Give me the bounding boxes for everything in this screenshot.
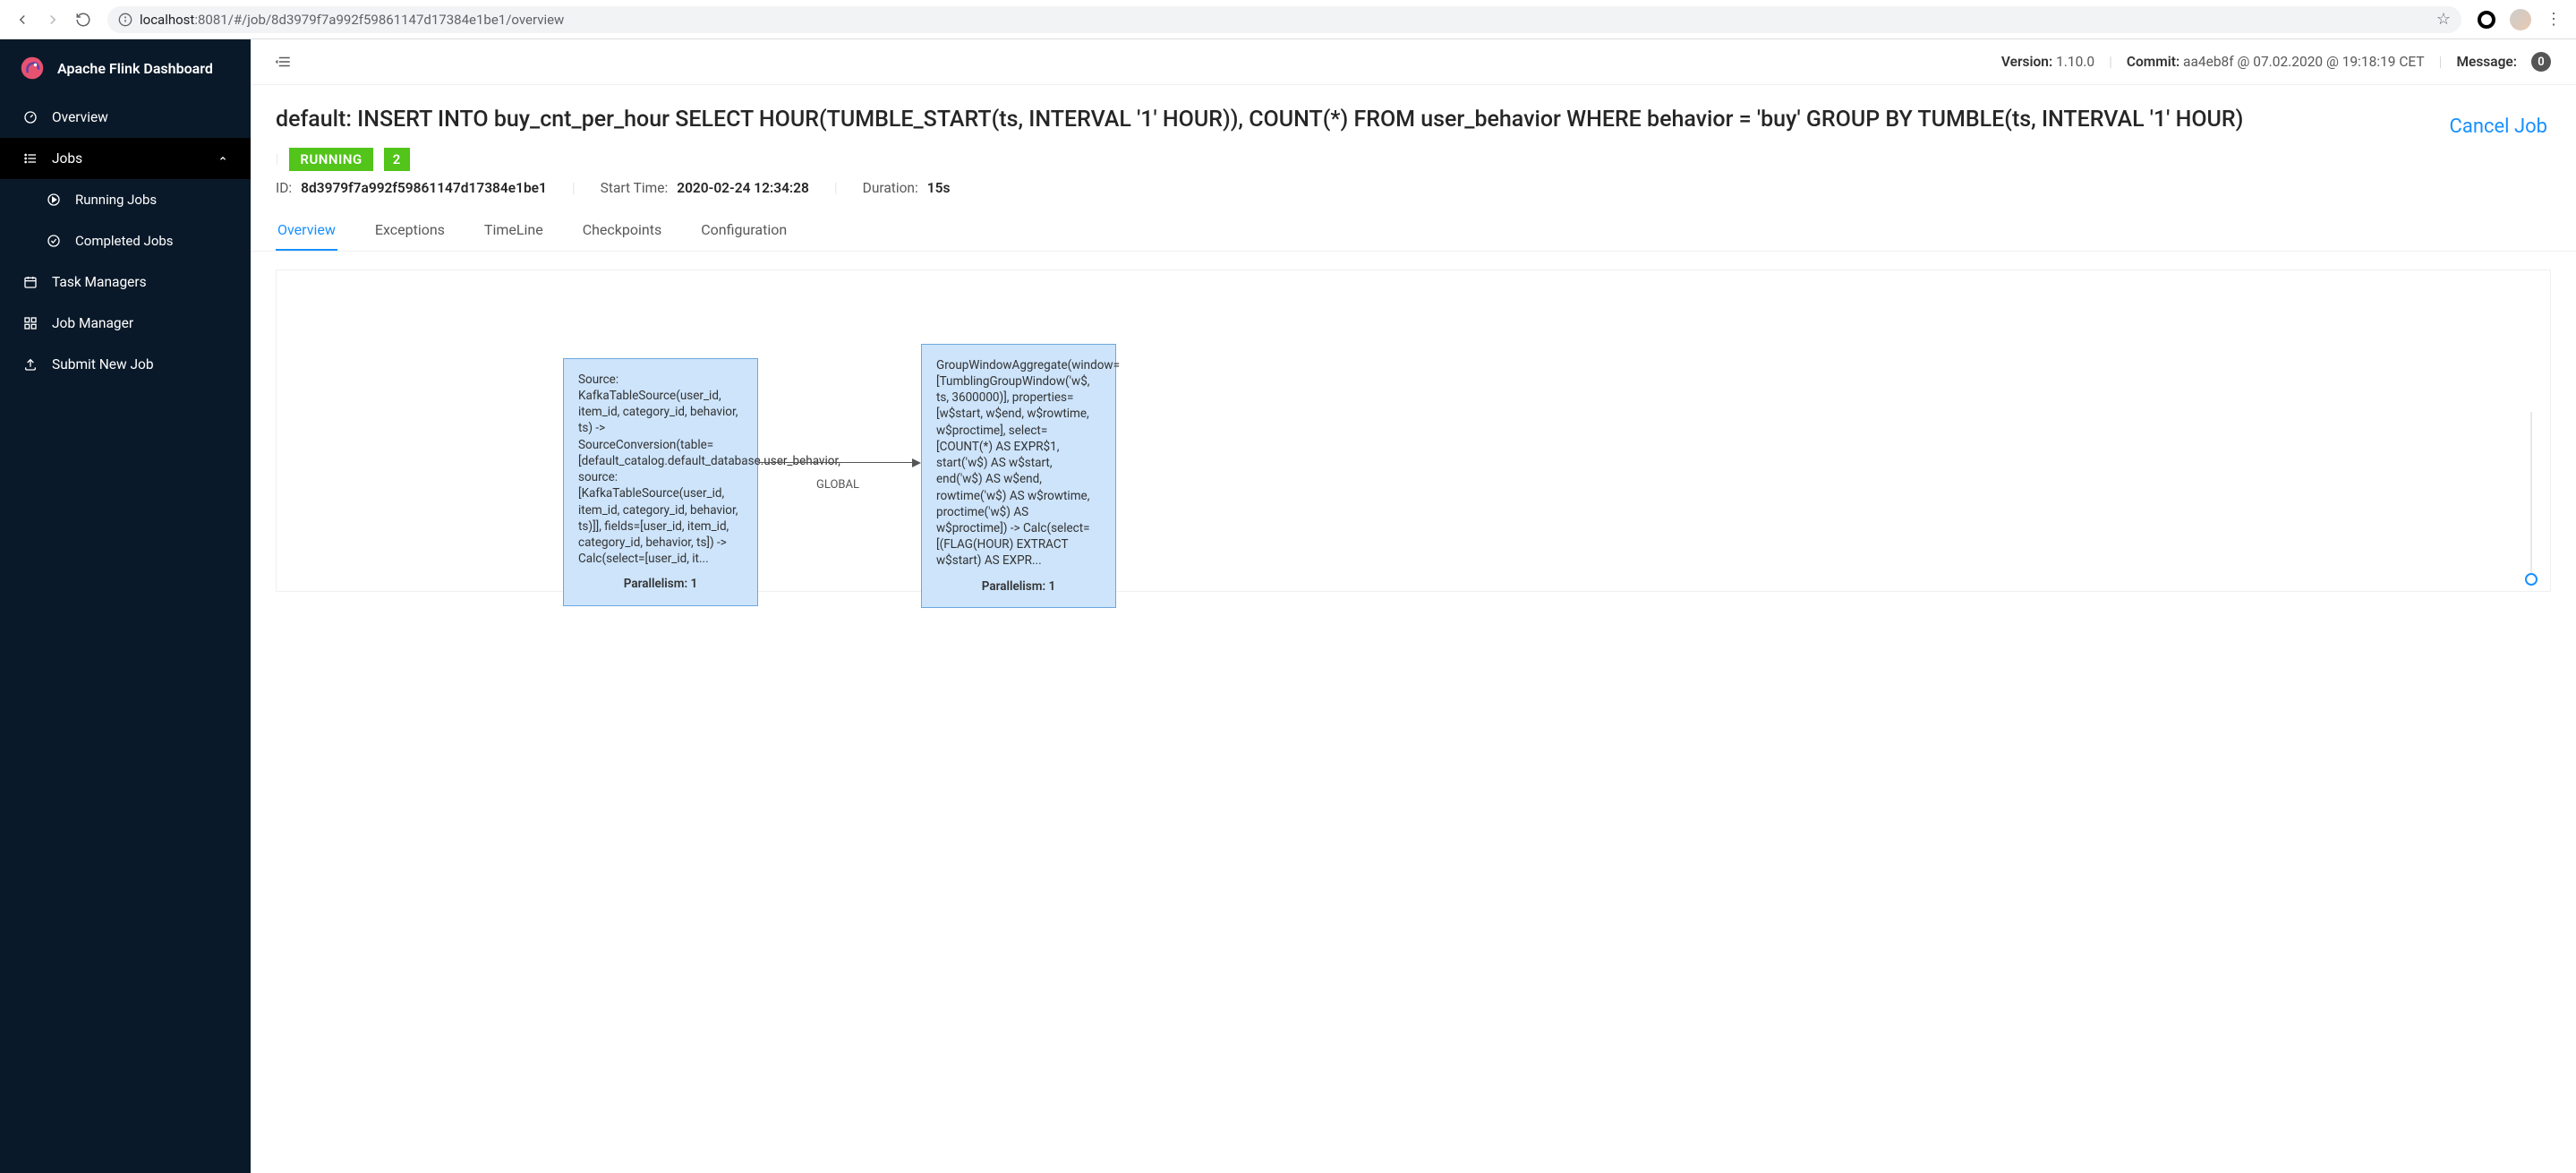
- flink-logo-icon: [20, 56, 45, 81]
- sidebar-item-job-manager[interactable]: Job Manager: [0, 303, 251, 344]
- tab-overview[interactable]: Overview: [276, 210, 337, 251]
- sidebar-item-task-managers[interactable]: Task Managers: [0, 261, 251, 303]
- task-count-badge: 2: [384, 148, 410, 171]
- job-header: default: INSERT INTO buy_cnt_per_hour SE…: [251, 85, 2576, 196]
- forward-button[interactable]: [39, 6, 66, 33]
- browser-chrome: localhost:8081/#/job/8d3979f7a992f598611…: [0, 0, 2576, 39]
- sidebar-item-label: Completed Jobs: [75, 233, 174, 249]
- graph-node-aggregate[interactable]: GroupWindowAggregate(window=[TumblingGro…: [921, 344, 1116, 608]
- brand-title: Apache Flink Dashboard: [57, 60, 213, 77]
- url-text: localhost:8081/#/job/8d3979f7a992f598611…: [140, 12, 564, 28]
- main-content: Version: 1.10.0 | Commit: aa4eb8f @ 07.0…: [251, 39, 2576, 1173]
- sidebar: Apache Flink Dashboard Overview Jobs Run…: [0, 39, 251, 1173]
- reload-button[interactable]: [70, 6, 97, 33]
- brand-row: Apache Flink Dashboard: [0, 39, 251, 97]
- sidebar-item-label: Running Jobs: [75, 192, 157, 208]
- sidebar-item-completed-jobs[interactable]: Completed Jobs: [0, 220, 251, 261]
- browser-menu-icon[interactable]: ⋮: [2540, 10, 2567, 29]
- version-label: Version:: [2001, 54, 2052, 70]
- sidebar-item-label: Task Managers: [52, 274, 147, 290]
- job-title: default: INSERT INTO buy_cnt_per_hour SE…: [276, 105, 2551, 135]
- message-count-badge[interactable]: 0: [2531, 52, 2551, 72]
- tab-exceptions[interactable]: Exceptions: [373, 210, 447, 251]
- check-circle-icon: [47, 234, 61, 248]
- graph-edge-label: GLOBAL: [816, 478, 859, 492]
- start-time-value: 2020-02-24 12:34:28: [677, 180, 809, 196]
- grid-icon: [23, 316, 38, 330]
- graph-node-text: GroupWindowAggregate(window=[TumblingGro…: [936, 357, 1101, 569]
- sidebar-item-label: Submit New Job: [52, 356, 154, 372]
- url-bar[interactable]: localhost:8081/#/job/8d3979f7a992f598611…: [107, 6, 2461, 33]
- sidebar-item-running-jobs[interactable]: Running Jobs: [0, 179, 251, 220]
- list-icon: [23, 151, 38, 166]
- graph-edge-line: [758, 462, 912, 463]
- graph-node-parallelism: Parallelism: 1: [936, 578, 1101, 595]
- zoom-handle[interactable]: [2525, 573, 2538, 586]
- back-button[interactable]: [9, 6, 36, 33]
- tabs: Overview Exceptions TimeLine Checkpoints…: [251, 210, 2576, 252]
- tab-configuration[interactable]: Configuration: [699, 210, 789, 251]
- graph-node-parallelism: Parallelism: 1: [578, 576, 743, 592]
- play-circle-icon: [47, 193, 61, 207]
- tab-timeline[interactable]: TimeLine: [482, 210, 545, 251]
- start-time-label: Start Time:: [601, 180, 669, 196]
- tab-checkpoints[interactable]: Checkpoints: [581, 210, 664, 251]
- calendar-icon: [23, 275, 38, 289]
- sidebar-item-overview[interactable]: Overview: [0, 97, 251, 138]
- duration-value: 15s: [927, 180, 951, 196]
- job-id-value: 8d3979f7a992f59861147d17384e1be1: [301, 180, 547, 196]
- sidebar-item-submit-job[interactable]: Submit New Job: [0, 344, 251, 385]
- zoom-track[interactable]: [2530, 412, 2532, 573]
- dashboard-icon: [23, 110, 38, 124]
- graph-node-source[interactable]: Source: KafkaTableSource(user_id, item_i…: [563, 358, 758, 606]
- sidebar-item-jobs[interactable]: Jobs: [0, 138, 251, 179]
- duration-label: Duration:: [863, 180, 918, 196]
- job-graph[interactable]: Source: KafkaTableSource(user_id, item_i…: [276, 270, 2551, 592]
- topbar: Version: 1.10.0 | Commit: aa4eb8f @ 07.0…: [251, 39, 2576, 85]
- chevron-up-icon: [218, 154, 227, 163]
- sidebar-item-label: Job Manager: [52, 315, 133, 331]
- status-badge: RUNNING: [289, 148, 372, 171]
- sidebar-item-label: Jobs: [52, 150, 82, 167]
- graph-edge-arrow-icon: [912, 458, 921, 467]
- version-value: 1.10.0: [2056, 54, 2094, 70]
- cancel-job-link[interactable]: Cancel Job: [2450, 116, 2547, 138]
- upload-icon: [23, 357, 38, 372]
- graph-node-text: Source: KafkaTableSource(user_id, item_i…: [578, 372, 743, 568]
- commit-label: Commit:: [2127, 54, 2179, 70]
- bookmark-star-icon[interactable]: ☆: [2436, 10, 2451, 29]
- extension-icon[interactable]: [2478, 11, 2495, 29]
- info-icon: [118, 13, 132, 27]
- job-id-label: ID:: [276, 180, 292, 196]
- commit-value: aa4eb8f @ 07.02.2020 @ 19:18:19 CET: [2183, 54, 2425, 70]
- sidebar-item-label: Overview: [52, 109, 108, 125]
- message-label: Message:: [2456, 54, 2517, 70]
- profile-avatar[interactable]: [2510, 9, 2531, 30]
- collapse-sidebar-icon[interactable]: [276, 54, 292, 70]
